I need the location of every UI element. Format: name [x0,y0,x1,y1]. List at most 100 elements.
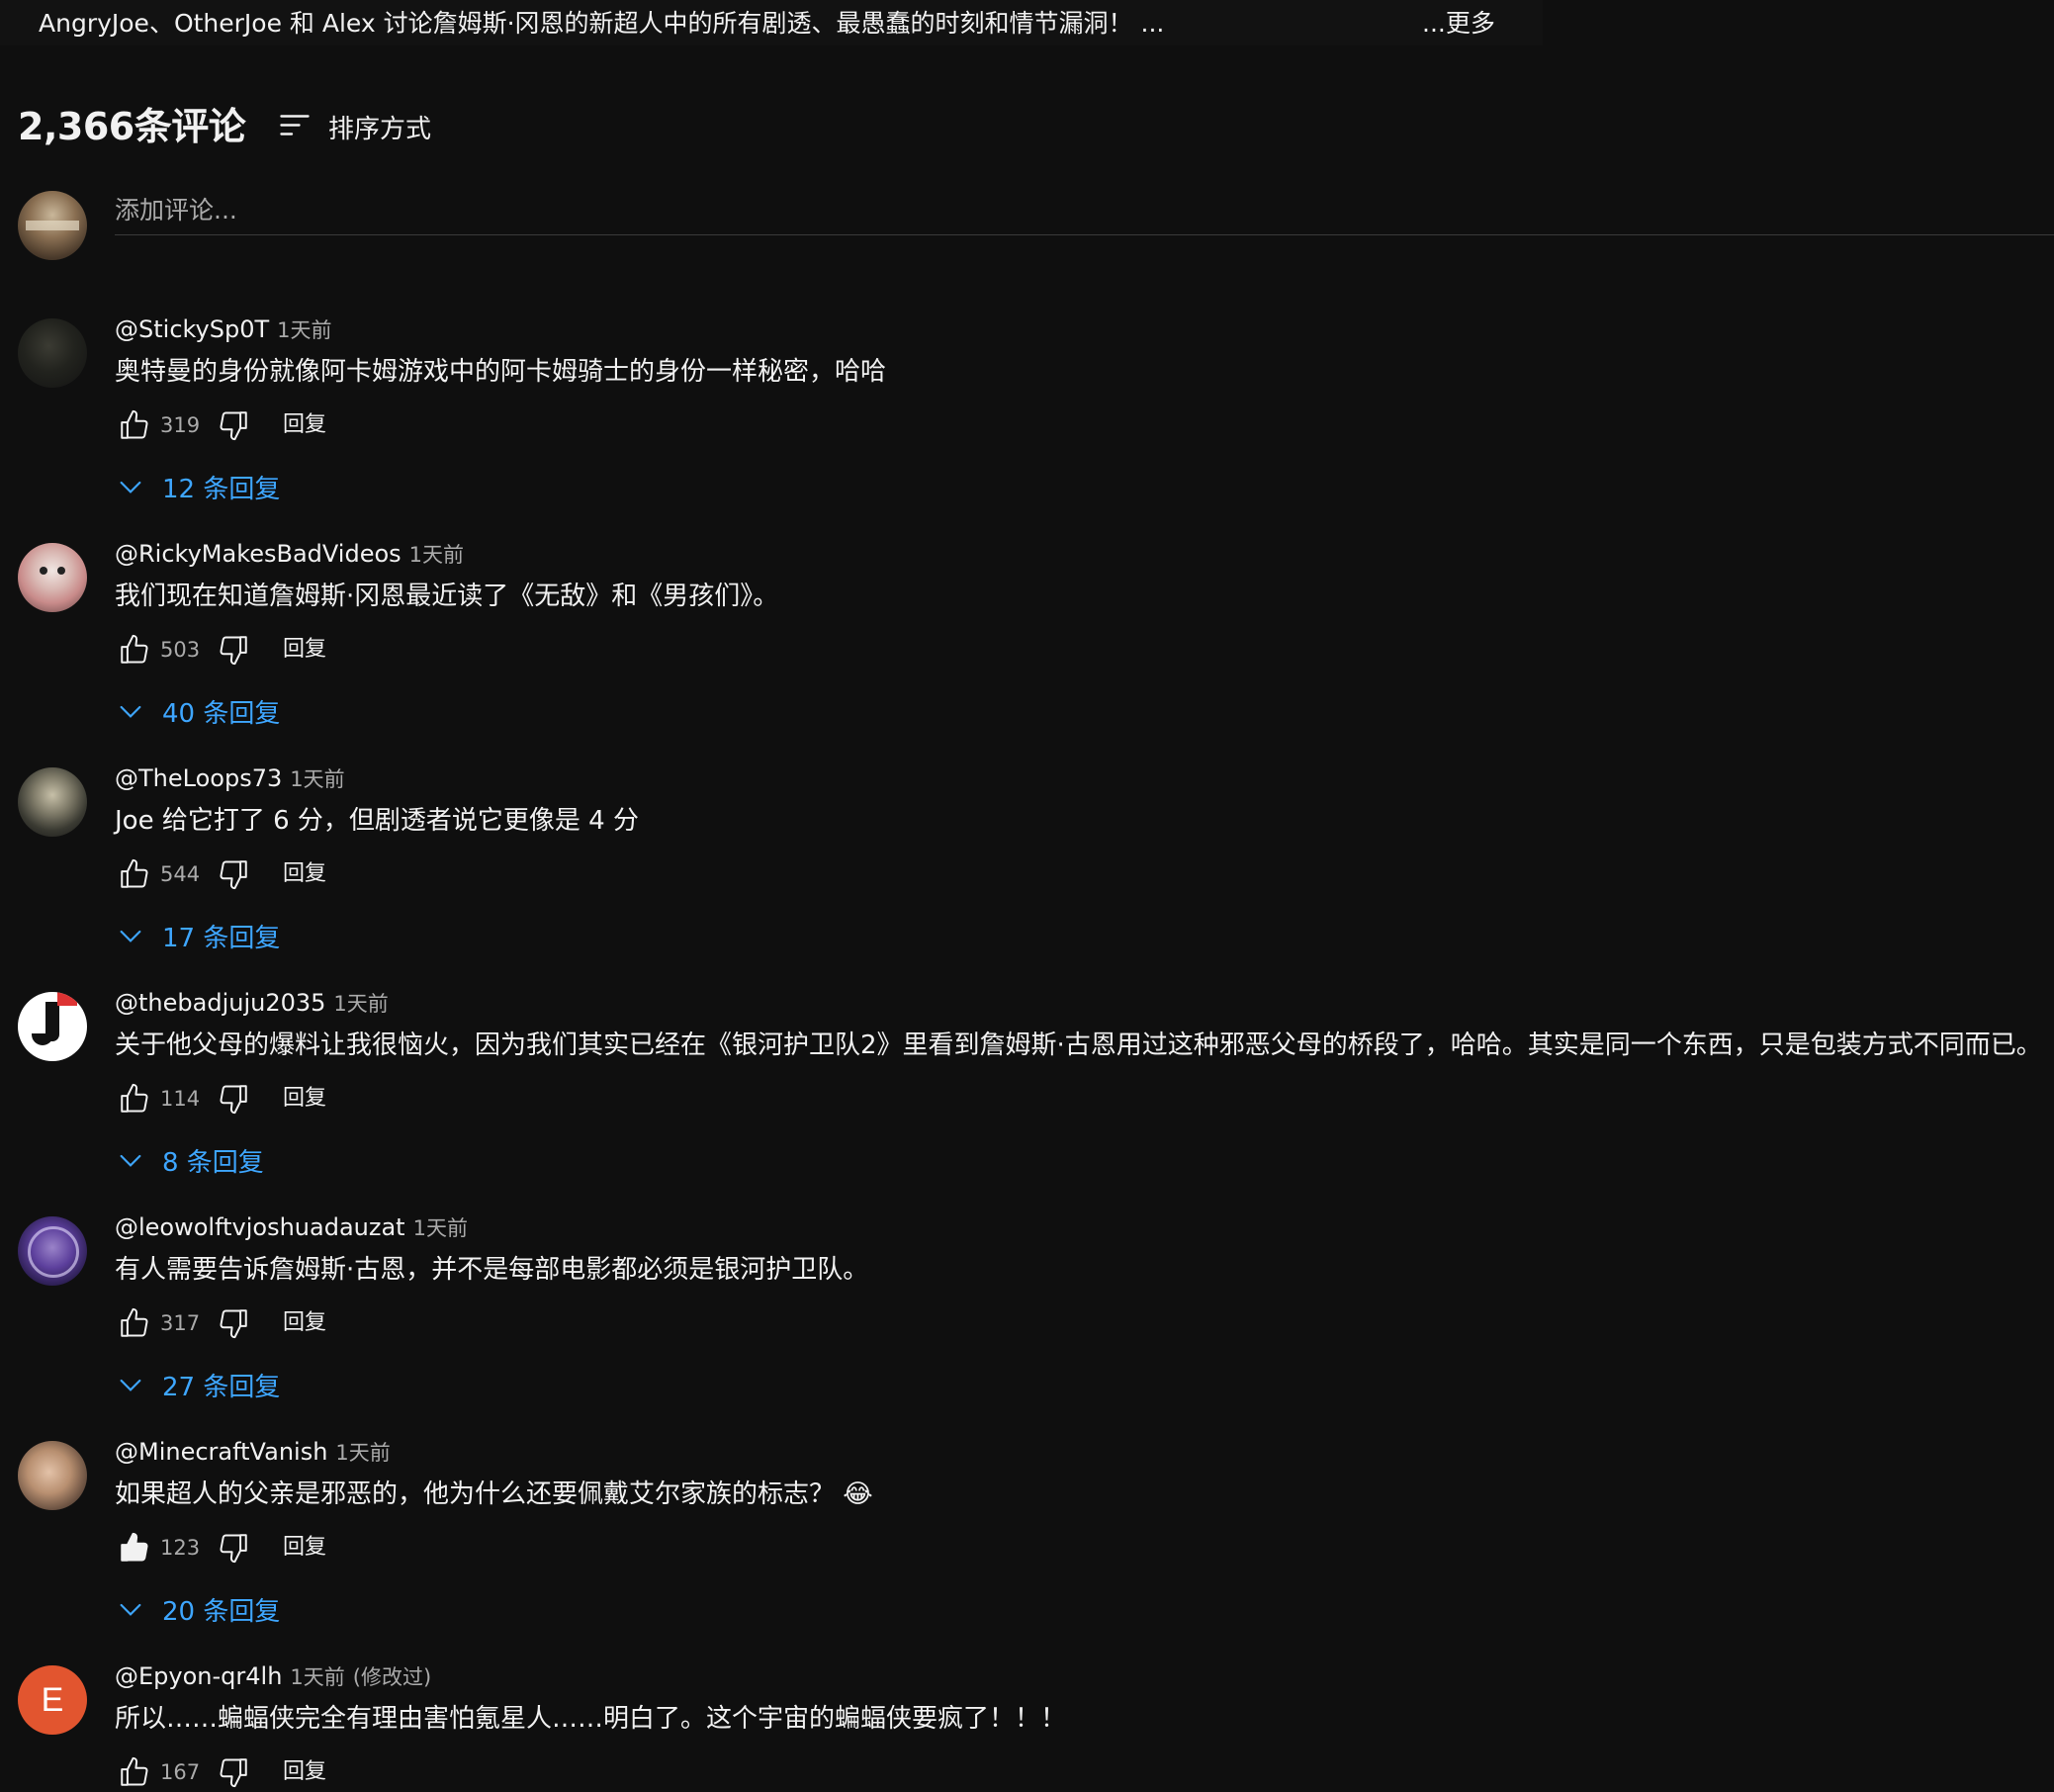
comment-thread: @StickySp0T 1天前 奥特曼的身份就像阿卡姆游戏中的阿卡姆骑士的身份一… [18,315,2035,526]
comment-thread: @thebadjuju2035 1天前 关于他父母的爆料让我很恼火，因为我们其实… [18,989,2042,1200]
comment-actions: 544 回复 [115,852,326,896]
add-comment-input[interactable]: 添加评论... [115,191,2054,235]
thumbs-up-icon [121,409,148,439]
avatar[interactable] [18,1216,87,1286]
sort-icon [280,115,310,135]
comment-count: 2,366条评论 [18,105,246,148]
like-button[interactable] [115,854,154,894]
like-button[interactable] [115,1079,154,1119]
current-user-avatar [18,191,87,260]
comment-author[interactable]: @leowolftvjoshuadauzat [115,1213,405,1241]
dislike-button[interactable] [214,1303,253,1343]
comment-actions: 319 回复 [115,403,326,447]
avatar[interactable]: E [18,1665,87,1735]
comment-time[interactable]: 1天前 [335,1437,390,1467]
comment-author[interactable]: @Epyon-qr4lh [115,1662,282,1690]
comment-author[interactable]: @RickyMakesBadVideos [115,540,402,568]
avatar[interactable] [18,1441,87,1510]
comment-actions: 167 回复 [115,1750,326,1792]
replies-toggle[interactable]: 27 条回复 [115,1363,280,1406]
replies-toggle[interactable]: 8 条回复 [115,1138,264,1182]
chevron-down-icon [120,930,141,942]
replies-count: 8 条回复 [162,1147,264,1178]
reply-button[interactable]: 回复 [283,405,326,445]
like-count: 317 [160,1311,201,1335]
comment-time[interactable]: 1天前 [277,314,331,344]
replies-toggle[interactable]: 40 条回复 [115,689,280,733]
reply-button[interactable]: 回复 [283,630,326,670]
comment-text: 如果超人的父亲是邪恶的，他为什么还要佩戴艾尔家族的标志？ 😂 [115,1479,873,1509]
like-button[interactable] [115,1752,154,1792]
chevron-down-icon [120,705,141,718]
replies-count: 20 条回复 [162,1596,281,1627]
comment-actions: 123 回复 [115,1526,326,1569]
reply-button[interactable]: 回复 [283,854,326,894]
reply-button[interactable]: 回复 [283,1079,326,1119]
reply-button[interactable]: 回复 [283,1528,326,1568]
comments-page: AngryJoe、OtherJoe 和 Alex 讨论詹姆斯·冈恩的新超人中的所… [0,0,2054,1792]
thumbs-down-icon [220,636,247,666]
thumbs-up-icon [121,858,148,888]
dislike-button[interactable] [214,1528,253,1568]
sort-button[interactable]: 排序方式 [277,99,431,154]
thumbs-up-icon [121,1756,148,1786]
video-description[interactable]: AngryJoe、OtherJoe 和 Alex 讨论詹姆斯·冈恩的新超人中的所… [0,0,1543,45]
thumbs-down-icon [220,1534,247,1564]
chevron-down-icon [120,1154,141,1167]
replies-toggle[interactable]: 12 条回复 [115,465,280,508]
comment-author[interactable]: @StickySp0T [115,315,269,343]
comment-time[interactable]: 1天前 [333,988,388,1018]
comment-text: 奥特曼的身份就像阿卡姆游戏中的阿卡姆骑士的身份一样秘密，哈哈 [115,357,887,387]
thumbs-down-icon [220,1758,247,1788]
thumbs-down-icon [220,411,247,441]
like-button[interactable] [115,1303,154,1343]
chevron-down-icon [120,1379,141,1391]
thumbs-down-icon [220,1309,247,1339]
thumbs-up-icon [121,1307,148,1337]
replies-toggle[interactable]: 20 条回复 [115,1587,280,1631]
replies-count: 12 条回复 [162,474,281,504]
thumbs-up-filled-icon [121,1532,148,1562]
comment-author[interactable]: @TheLoops73 [115,764,282,792]
like-count: 167 [160,1760,201,1784]
dislike-button[interactable] [214,405,253,445]
comment-thread: @RickyMakesBadVideos 1天前 我们现在知道詹姆斯·冈恩最近读… [18,540,2035,751]
comment-author[interactable]: @thebadjuju2035 [115,989,325,1017]
avatar-letter: E [41,1680,64,1719]
comment-author[interactable]: @MinecraftVanish [115,1438,327,1466]
comment-thread: @TheLoops73 1天前 Joe 给它打了 6 分，但剧透者说它更像是 4… [18,764,2035,975]
comment-thread: E @Epyon-qr4lh 1天前 (修改过) 所以……蝙蝠侠完全有理由害怕氪… [18,1662,2035,1792]
comment-time[interactable]: 1天前 [413,1212,468,1242]
thumbs-up-icon [121,1083,148,1113]
comment-time[interactable]: 1天前 [290,763,344,793]
comment-actions: 317 回复 [115,1301,326,1345]
avatar[interactable] [18,318,87,388]
like-count: 123 [160,1536,201,1560]
chevron-down-icon [120,481,141,493]
like-button[interactable] [115,630,154,670]
comment-text: 我们现在知道詹姆斯·冈恩最近读了《无敌》和《男孩们》。 [115,582,779,611]
comment-time[interactable]: 1天前 [409,539,464,569]
dislike-button[interactable] [214,854,253,894]
comment-text: 有人需要告诉詹姆斯·古恩，并不是每部电影都必须是银河护卫队。 [115,1255,869,1285]
thumbs-down-icon [220,860,247,890]
like-count: 544 [160,862,201,886]
like-count: 114 [160,1087,201,1111]
avatar[interactable] [18,767,87,837]
dislike-button[interactable] [214,630,253,670]
like-count: 503 [160,638,201,662]
comment-text: 所以……蝙蝠侠完全有理由害怕氪星人……明白了。这个宇宙的蝙蝠侠要疯了！！！ [115,1704,1067,1734]
replies-toggle[interactable]: 17 条回复 [115,914,280,957]
description-more-link[interactable]: ...更多 [1422,8,1495,40]
like-button[interactable] [115,1528,154,1568]
avatar[interactable] [18,992,87,1061]
comment-text: Joe 给它打了 6 分，但剧透者说它更像是 4 分 [115,806,639,836]
reply-button[interactable]: 回复 [283,1752,326,1792]
dislike-button[interactable] [214,1752,253,1792]
add-comment-row: 添加评论... [18,191,2054,262]
avatar[interactable] [18,543,87,612]
like-button[interactable] [115,405,154,445]
reply-button[interactable]: 回复 [283,1303,326,1343]
comment-time[interactable]: 1天前 [290,1661,344,1691]
dislike-button[interactable] [214,1079,253,1119]
